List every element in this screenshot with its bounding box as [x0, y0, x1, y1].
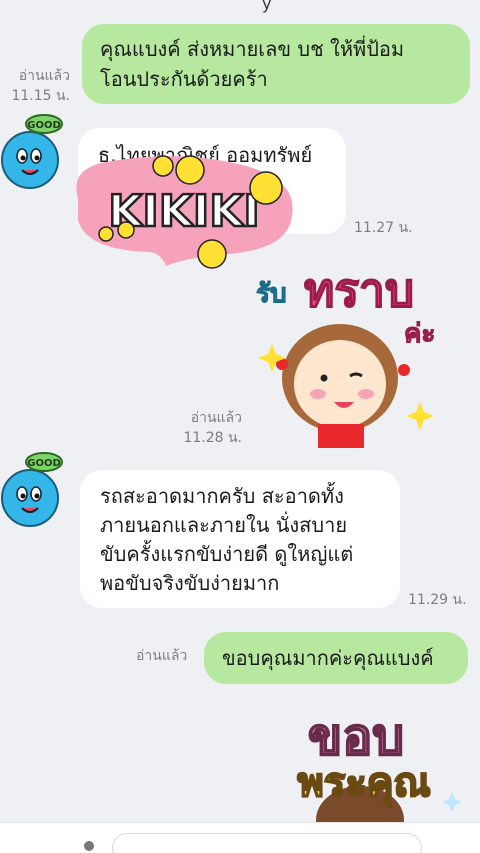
received-message-bubble[interactable]: รถสะอาดมากครับ สะอาดทั้ง ภายนอกและภายใน … — [80, 470, 400, 608]
message-text-line: พอขับจริงขับง่ายมาก — [100, 571, 280, 595]
read-receipt: อ่านแล้ว 11.28 น. — [176, 408, 242, 448]
avatar-badge-text: GOOD — [27, 458, 61, 469]
top-strip: y — [0, 0, 480, 14]
message-time: 11.27 น. — [354, 220, 413, 236]
avatar-badge-text: GOOD — [27, 120, 61, 131]
contact-avatar[interactable]: GOOD — [0, 450, 74, 532]
read-label: อ่านแล้ว — [18, 68, 70, 84]
read-receipt: อ่านแล้ว 11.15 น. — [8, 66, 70, 106]
read-label: อ่านแล้ว — [190, 410, 242, 426]
message-text-line: ขับครั้งแรกขับง่ายดี ดูใหญ่แต่ — [100, 542, 354, 566]
message-time: 11.15 น. — [11, 88, 70, 104]
sticker-word-main: ทราบ — [304, 263, 414, 317]
message-time: 11.28 น. — [183, 430, 242, 446]
read-label: อ่านแล้ว — [136, 648, 188, 664]
sticker-word-top: รับ — [256, 279, 286, 309]
message-text-line: ภายนอกและภายใน นั่งสบาย — [100, 513, 348, 537]
cut-header-glyph: y — [262, 0, 272, 13]
acknowledge-sticker[interactable]: รับ ทราบ ค่ะ — [254, 252, 468, 448]
sticker-word-line2: พระคุณ — [297, 760, 430, 808]
message-input[interactable] — [112, 833, 422, 853]
message-text-line: คุณแบงค์ ส่งหมายเลข บช ให้พี่ป้อม — [100, 37, 405, 61]
sticker-word-line1: ขอบ — [308, 708, 404, 766]
message-input-bar — [0, 822, 480, 853]
message-text: ขอบคุณมากค่ะคุณแบงค์ — [222, 646, 434, 670]
sent-message-bubble[interactable]: คุณแบงค์ ส่งหมายเลข บช ให้พี่ป้อม โอนประ… — [82, 24, 470, 104]
message-text-line: รถสะอาดมากครับ สะอาดทั้ง — [100, 484, 344, 508]
sent-message-bubble[interactable]: ขอบคุณมากค่ะคุณแบงค์ — [204, 632, 468, 684]
message-text-line: โอนประกันด้วยคร้า — [100, 67, 268, 91]
menu-icon[interactable] — [84, 841, 94, 851]
contact-avatar[interactable]: GOOD — [0, 112, 74, 194]
message-time: 11.29 น. — [408, 592, 467, 608]
sticker-word-sub: ค่ะ — [404, 319, 435, 349]
thank-you-sticker[interactable]: ขอบ พระคุณ — [256, 694, 472, 822]
